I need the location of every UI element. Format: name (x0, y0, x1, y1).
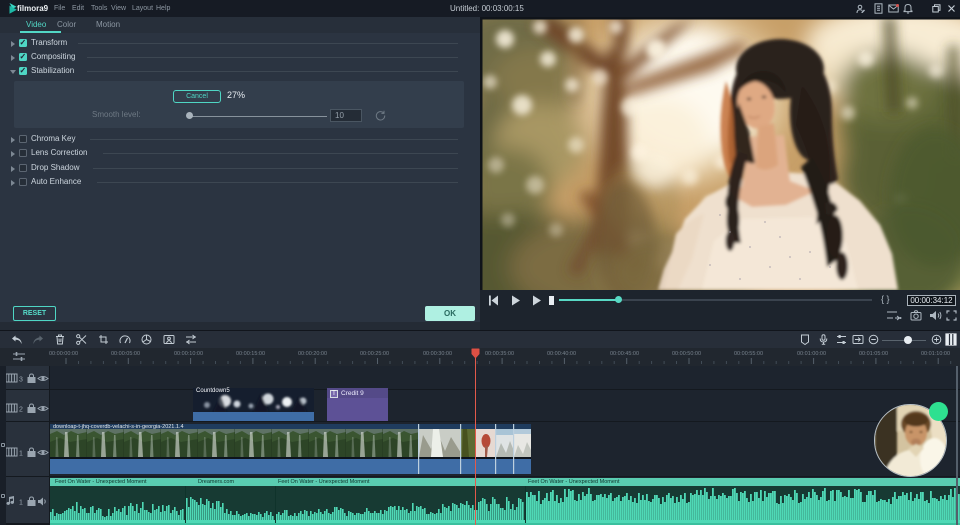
svg-text:3: 3 (19, 377, 23, 384)
svg-text:2: 2 (19, 407, 23, 414)
svg-text:1: 1 (19, 500, 23, 507)
svg-text:1: 1 (19, 451, 23, 458)
